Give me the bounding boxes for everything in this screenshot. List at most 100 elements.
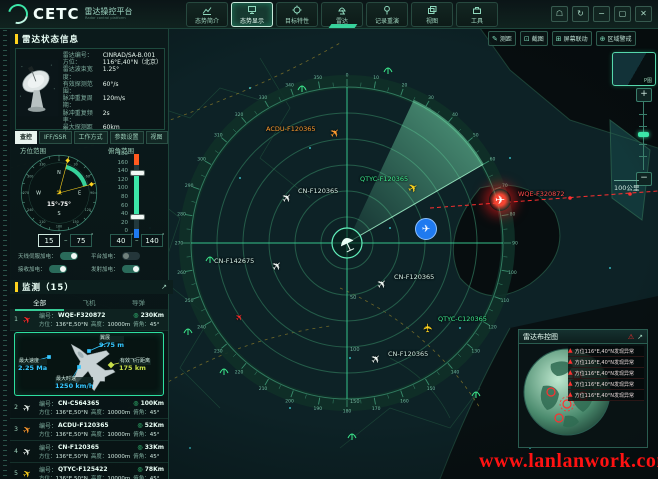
radar-status-title: 雷达状态信息 xyxy=(22,33,79,45)
zoom-handle[interactable] xyxy=(638,132,649,137)
map-scale: 100公里 xyxy=(614,180,639,192)
elevation-from-input[interactable] xyxy=(110,234,132,247)
toggle-row: 接收加电： xyxy=(18,265,91,273)
map-tool-icon: ✎ xyxy=(492,35,498,43)
svg-text:70: 70 xyxy=(502,183,508,189)
warning-item-1[interactable]: ▲方位116°E,40°N发现异常 xyxy=(568,357,644,368)
target-list-item-3[interactable]: 3✈编号：ACDU-F120365◎ 52Km方位：136°E,50°N高度：1… xyxy=(10,419,168,441)
target-detail-line: 方位：136°E,50°N高度：10000m俯角：45° xyxy=(39,408,164,416)
monitor-expand-icon[interactable]: ↗ xyxy=(161,283,167,291)
elevation-track[interactable] xyxy=(134,154,139,238)
接收加电-toggle[interactable] xyxy=(49,265,67,273)
aircraft-label: CN-F120365 xyxy=(394,273,434,281)
aircraft-marker[interactable]: ✈ xyxy=(420,320,436,336)
elevation-handle-high[interactable] xyxy=(130,170,145,176)
elevation-scale-label: 60 xyxy=(112,203,128,209)
field-value: 120m/s xyxy=(103,95,125,109)
elevation-slider[interactable]: 180160140120100806040200 xyxy=(106,154,164,238)
titlebar-accent xyxy=(329,24,358,28)
svg-text:E: E xyxy=(78,191,81,197)
item-fields: 编号：WQE-F320872◎ 230Km方位：136°E,50°N高度：100… xyxy=(39,311,164,328)
map-tool-0[interactable]: ✎测距 xyxy=(488,31,516,46)
header-accent-bar xyxy=(15,34,18,44)
svg-text:330: 330 xyxy=(259,95,268,101)
nav-situation-display[interactable]: 态势显示 xyxy=(231,2,273,27)
svg-text:340: 340 xyxy=(285,83,294,89)
nav-record-replay[interactable]: 记录重演 xyxy=(366,2,408,27)
aircraft-marker-alert[interactable]: ✈ xyxy=(489,189,511,211)
svg-text:180: 180 xyxy=(56,224,62,228)
restore-button[interactable]: ▢ xyxy=(614,6,631,22)
发射加电-toggle[interactable] xyxy=(122,265,140,273)
control-tab-0[interactable]: 查控 xyxy=(15,131,37,144)
map-tool-1[interactable]: ⊡截图 xyxy=(520,31,548,46)
target-detail-card[interactable]: 最大速度2.25 Ma 翼展9.75 m 最大时速1250 km/h 有效飞行距… xyxy=(14,332,164,396)
warning-item-4[interactable]: ▲方位116°E,40°N发现异常 xyxy=(568,390,644,401)
svg-text:80: 80 xyxy=(510,211,516,217)
field-label: 雷达波束宽度： xyxy=(63,66,103,80)
target-list-item-2[interactable]: 2✈编号：CN-C564365◎ 100Km方位：136°E,50°N高度：10… xyxy=(10,397,168,419)
aircraft-marker-badge[interactable]: ✈ xyxy=(415,218,437,240)
svg-text:200: 200 xyxy=(285,398,294,404)
svg-text:270: 270 xyxy=(175,241,183,247)
warning-text: 方位116°E,40°N发现异常 xyxy=(575,392,634,399)
nav-situation-brief[interactable]: 态势简介 xyxy=(186,2,228,27)
toggle-row: 平台加电： xyxy=(91,252,164,260)
target-distance: ◎ 78Km xyxy=(137,466,164,473)
map-tool-label: 屏幕联动 xyxy=(564,34,588,43)
aircraft-label: QTYC-F120365 xyxy=(360,175,408,183)
平台加电-toggle[interactable] xyxy=(122,252,140,260)
radar-site-icon xyxy=(346,426,358,438)
minimize-button[interactable]: − xyxy=(593,6,610,22)
svg-text:0: 0 xyxy=(346,73,349,79)
item-fields: 编号：QTYC-F125422◎ 78Km方位：136°E,50°N高度：100… xyxy=(39,465,164,479)
aircraft-label: WQE-F320872 xyxy=(518,190,565,198)
target-list-item-5[interactable]: 5✈编号：QTYC-F125422◎ 78Km方位：136°E,50°N高度：1… xyxy=(10,463,168,479)
control-tab-3[interactable]: 参数设置 xyxy=(110,131,144,144)
warning-item-3[interactable]: ▲方位116°E,40°N发现异常 xyxy=(568,379,644,390)
target-detail-line: 方位：136°E,50°N高度：10000m俯角：45° xyxy=(39,452,164,460)
warning-item-2[interactable]: ▲方位116°E,40°N发现异常 xyxy=(568,368,644,379)
warning-list: ▲方位116°E,40°N发现异常▲方位116°E,40°N发现异常▲方位116… xyxy=(568,346,644,401)
skin-button[interactable]: ☖ xyxy=(551,6,568,22)
toggle-label: 发射加电： xyxy=(91,265,119,273)
item-index: 4 xyxy=(12,448,20,455)
map-tool-3[interactable]: ⊕区域警戒 xyxy=(596,31,636,46)
zoom-in-button[interactable]: + xyxy=(636,88,652,102)
close-button[interactable]: ✕ xyxy=(635,6,652,22)
elevation-handle-low[interactable] xyxy=(130,214,145,220)
elevation-scale-label: 80 xyxy=(112,194,128,200)
map-tool-2[interactable]: ⊞屏幕联动 xyxy=(552,31,592,46)
logo-mark-icon xyxy=(4,0,31,27)
nav-target-characteristics[interactable]: 目标特性 xyxy=(276,2,318,27)
refresh-button[interactable]: ↻ xyxy=(572,6,589,22)
control-tab-4[interactable]: 视图 xyxy=(146,131,168,144)
elevation-to-input[interactable] xyxy=(141,234,163,247)
azimuth-from-input[interactable] xyxy=(38,234,60,247)
azimuth-to-input[interactable] xyxy=(70,234,92,247)
svg-text:90: 90 xyxy=(90,191,94,195)
deploy-expand-icon[interactable]: ↗ xyxy=(637,333,643,341)
svg-text:110: 110 xyxy=(501,298,510,304)
aircraft-type-icon: ✈ xyxy=(21,421,38,437)
天线伺服加电-toggle[interactable] xyxy=(60,252,78,260)
control-tab-1[interactable]: IFF/SSR xyxy=(39,131,71,144)
nav-views[interactable]: 视图 xyxy=(411,2,453,27)
control-tab-2[interactable]: 工作方式 xyxy=(74,131,108,144)
item-index: 5 xyxy=(12,470,20,477)
svg-text:300: 300 xyxy=(197,157,206,163)
nav-tools[interactable]: 工具 xyxy=(456,2,498,27)
target-list-item-1[interactable]: 1✈编号：WQE-F320872◎ 230Km方位：136°E,50°N高度：1… xyxy=(10,309,168,331)
radar-sweep xyxy=(347,100,484,243)
radar-info-row: 雷达波束宽度：1.25° xyxy=(63,66,162,80)
radar-control-tabs: 查控IFF/SSR工作方式参数设置视图 xyxy=(15,131,168,144)
alert-icon: ⚠ xyxy=(628,333,634,341)
radar-info-card: 雷达编号：CINRAD/SA-B.001方位：116°E,40°N（北京）雷达波… xyxy=(15,48,165,130)
radar-deploy-panel: 雷达布控图 ⚠ ↗ ▲方位116° xyxy=(518,329,648,448)
target-distance: ◎ 33Km xyxy=(137,444,164,451)
warning-item-0[interactable]: ▲方位116°E,40°N发现异常 xyxy=(568,346,644,357)
minimap[interactable]: P图 xyxy=(612,52,656,86)
azimuth-compass[interactable]: 0306090120150180210240270300330NESW ✈ 15… xyxy=(18,152,100,234)
degree-unit: ° xyxy=(59,233,62,239)
target-list-item-4[interactable]: 4✈编号：CN-F120365◎ 33Km方位：136°E,50°N高度：100… xyxy=(10,441,168,463)
